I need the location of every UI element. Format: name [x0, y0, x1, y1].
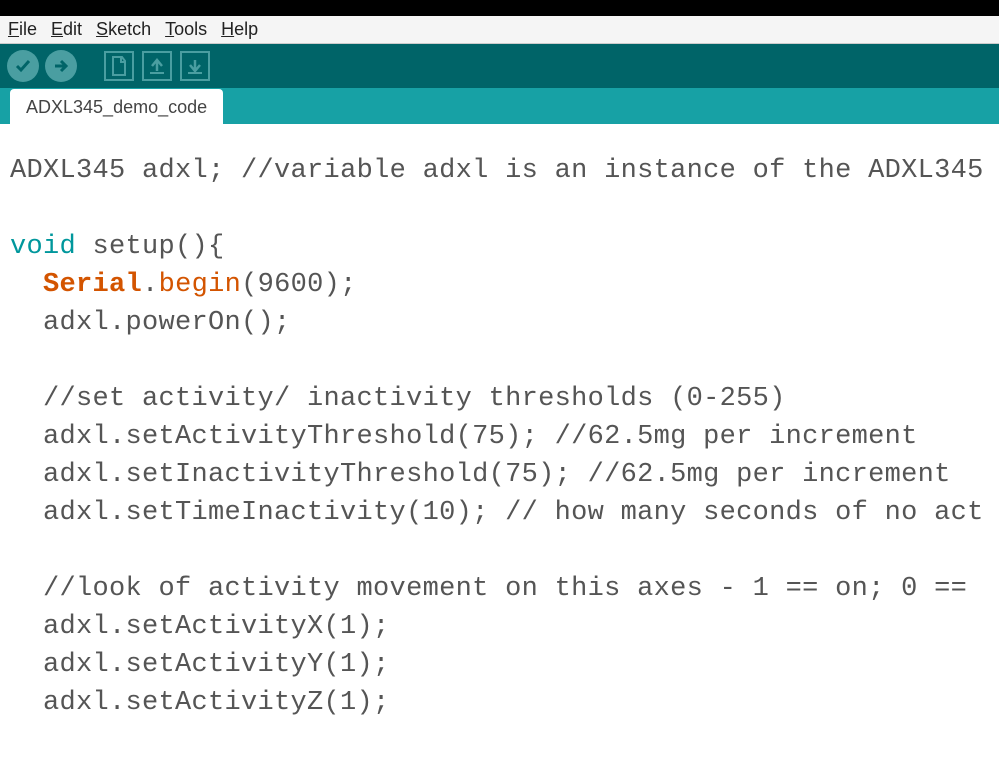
menu-help[interactable]: Help [221, 19, 258, 40]
code-line: adxl.setActivityZ(1); [10, 688, 390, 718]
verify-button[interactable] [6, 49, 40, 83]
menu-file[interactable]: File [8, 19, 37, 40]
upload-button[interactable] [44, 49, 78, 83]
code-line: adxl.setActivityX(1); [10, 612, 390, 642]
new-sketch-button[interactable] [100, 49, 134, 83]
check-icon [14, 57, 32, 75]
toolbar [0, 44, 999, 88]
menu-tools[interactable]: Tools [165, 19, 207, 40]
window-top-border [0, 0, 999, 16]
menu-sketch[interactable]: Sketch [96, 19, 151, 40]
save-sketch-button[interactable] [176, 49, 210, 83]
code-line: ADXL345 adxl; //variable adxl is an inst… [10, 156, 984, 186]
code-editor[interactable]: ADXL345 adxl; //variable adxl is an inst… [0, 124, 999, 722]
sketch-tab[interactable]: ADXL345_demo_code [10, 89, 223, 124]
open-sketch-button[interactable] [138, 49, 172, 83]
code-line: adxl.setActivityThreshold(75); //62.5mg … [10, 422, 918, 452]
code-line: adxl.setActivityY(1); [10, 650, 390, 680]
menubar: File Edit Sketch Tools Help [0, 16, 999, 44]
code-line: Serial.begin(9600); [10, 270, 357, 300]
code-line: adxl.setTimeInactivity(10); // how many … [10, 498, 984, 528]
menu-edit[interactable]: Edit [51, 19, 82, 40]
code-line: //look of activity movement on this axes… [10, 574, 967, 604]
tab-strip: ADXL345_demo_code [0, 88, 999, 124]
code-line: adxl.powerOn(); [10, 308, 291, 338]
code-line: //set activity/ inactivity thresholds (0… [10, 384, 786, 414]
arrow-down-icon [186, 57, 204, 75]
code-line: adxl.setInactivityThreshold(75); //62.5m… [10, 460, 951, 490]
file-icon [110, 56, 128, 76]
code-line: void setup(){ [10, 232, 225, 262]
arrow-up-icon [148, 57, 166, 75]
arrow-right-icon [52, 57, 70, 75]
